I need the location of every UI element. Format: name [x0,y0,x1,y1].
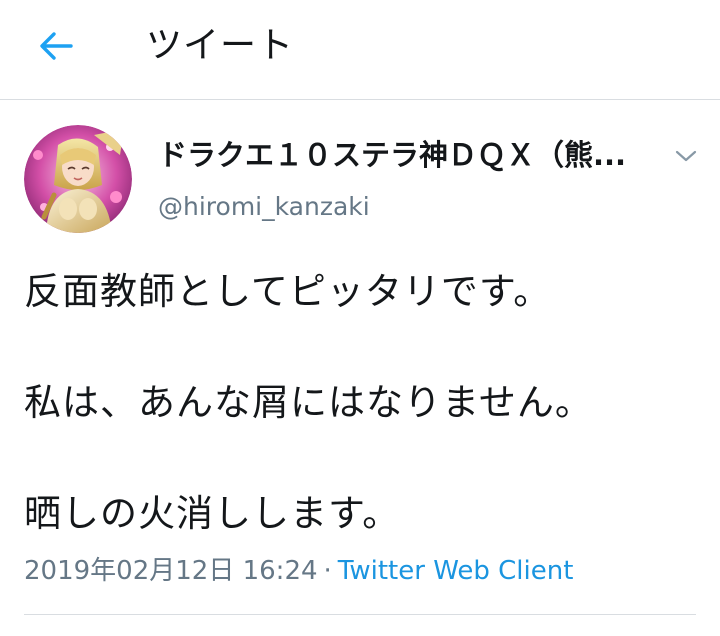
tweet-text-line: 反面教師としてピッタリです。 [24,270,552,313]
tweet-menu-button[interactable] [668,140,704,172]
user-handle[interactable]: @hiromi_kanzaki [158,189,370,225]
tweet-timestamp[interactable]: 2019年02月12日 16:24 [24,556,318,586]
meta-separator: · [323,556,332,586]
app-header: ツイート [0,0,720,100]
display-name[interactable]: ドラクエ１０ステラ神ＤＱＸ（熊... [158,134,638,176]
tweet-meta: 2019年02月12日 16:24 · Twitter Web Client [24,553,573,589]
arrow-left-icon [40,32,73,60]
chevron-down-icon [675,150,697,162]
page-title: ツイート [146,25,295,66]
tweet-text-line: 私は、あんな屑にはなりません。 [24,381,593,424]
divider [24,614,696,615]
tweet-text-line: 晒しの火消しします。 [24,492,401,535]
avatar-image [24,125,132,233]
tweet-source-link[interactable]: Twitter Web Client [338,556,574,586]
back-button[interactable] [30,24,82,68]
avatar[interactable] [24,125,132,233]
